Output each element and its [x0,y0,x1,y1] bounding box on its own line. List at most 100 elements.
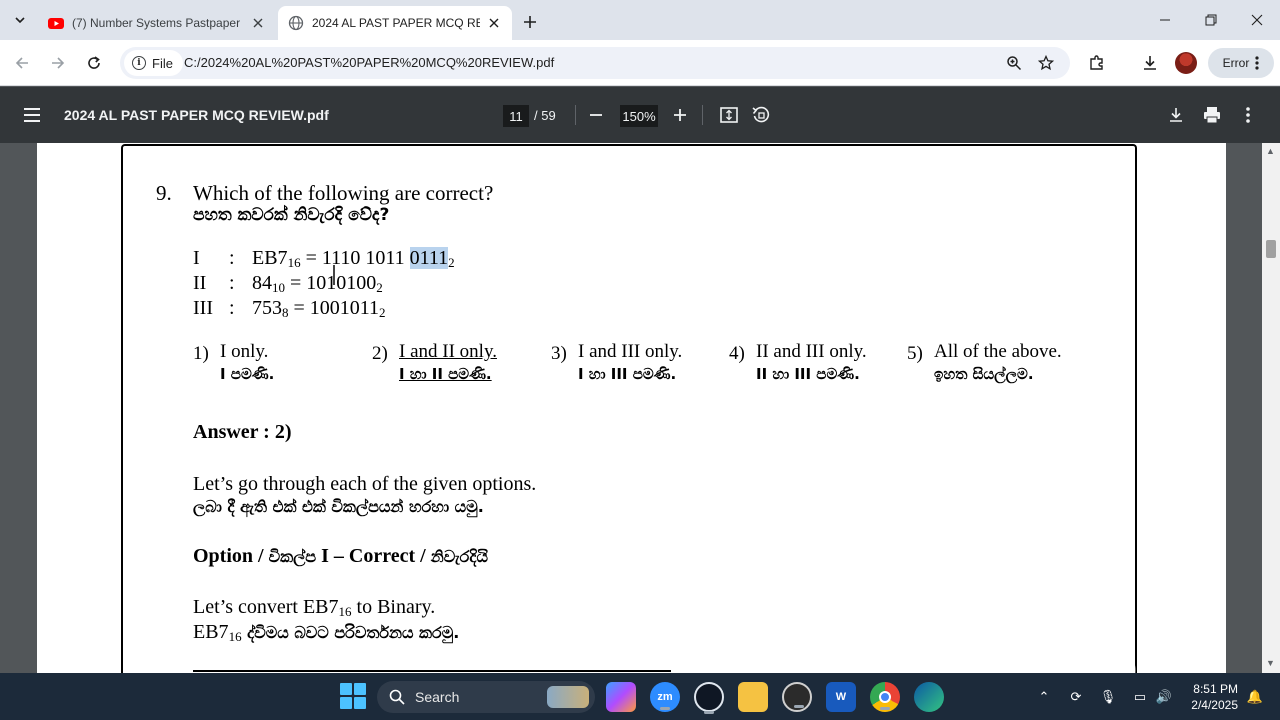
tab-search-button[interactable] [6,6,34,34]
statement-row: II: 8410 = 10101002 [193,272,383,296]
statement-row: III: 7538 = 10010112 [193,297,386,321]
file-explorer-icon[interactable] [738,682,768,712]
obs-icon[interactable] [782,682,812,712]
edge-icon[interactable] [914,682,944,712]
volume-icon[interactable]: 🔊 [1153,686,1175,708]
close-tab-icon[interactable] [250,15,266,31]
rotate-icon [752,106,770,123]
browser-toolbar: i File C:/2024%20AL%20PAST%20PAPER%20MCQ… [0,40,1280,86]
page-number-input[interactable]: 11 [503,105,529,127]
address-bar[interactable]: i File C:/2024%20AL%20PAST%20PAPER%20MCQ… [120,47,1070,79]
download-icon [1170,108,1182,122]
search-icon [389,689,405,705]
notification-icon[interactable]: 🔔 [1244,686,1266,708]
option-text-si: I පමණි. [220,365,275,383]
fit-page-icon [720,107,738,123]
copilot-icon[interactable] [606,682,636,712]
tray-overflow-icon[interactable]: ⌃ [1033,686,1055,708]
chrome-icon[interactable] [870,682,900,712]
zoom-in-button[interactable] [668,103,692,127]
question-text-si: පහත කවරක් නිවැරදි වේද? [193,205,390,225]
pdf-download-button[interactable] [1164,103,1188,127]
minimize-icon [1160,19,1170,21]
word-icon[interactable]: W [826,682,856,712]
print-button[interactable] [1200,103,1224,127]
pdf-more-button[interactable] [1236,103,1260,127]
taskbar-search[interactable]: Search [377,681,595,713]
extensions-button[interactable] [1085,51,1109,75]
globe-icon [288,15,304,31]
statement-colon: : [229,297,235,319]
option-number: 2) [372,343,388,364]
pdf-page[interactable]: 9. Which of the following are correct? ප… [37,143,1226,673]
url-text[interactable]: C:/2024%20AL%20PAST%20PAPER%20MCQ%20REVI… [184,55,554,70]
option-text-en: I and II only. [399,341,497,362]
bookmark-button[interactable] [1036,53,1056,73]
option-number: 1) [193,343,209,364]
zoom-out-button[interactable] [584,103,608,127]
camera-icon[interactable] [694,682,724,714]
sync-icon[interactable]: ⟳ [1065,686,1087,708]
zoom-in-icon [1007,56,1022,71]
tab-inactive[interactable]: (7) Number Systems Pastpaper [38,6,276,40]
statement-lhs: EB7 [252,247,288,269]
profile-avatar[interactable] [1175,52,1197,74]
windows-taskbar: Search zm W ⌃ ⟳ 🎙 ▭ 🔊 8:51 PM 2/4/2025 🔔 [0,673,1280,720]
option-number: 4) [729,343,745,364]
toolbar-divider [702,105,703,125]
fit-to-page-button[interactable] [717,103,741,127]
statement-eq: = 1110 1011 [300,247,410,269]
network-icon[interactable]: ▭ [1129,686,1151,708]
hamburger-menu-icon[interactable] [20,103,44,127]
scrollbar-thumb[interactable] [1266,240,1276,258]
convert-prefix: EB7 [193,621,229,643]
convert-text-si: EB716 ද්විමය බවට පරිවර්තනය කරමු. [193,621,459,645]
downloads-button[interactable] [1138,51,1162,75]
star-icon [1038,55,1054,71]
text-cursor [333,265,335,285]
zoom-level-input[interactable]: 150% [620,105,658,127]
youtube-icon [48,18,64,29]
microphone-icon[interactable]: 🎙 [1097,686,1119,708]
convert-suffix: to Binary. [351,596,436,618]
new-tab-button[interactable] [518,10,542,34]
statement-roman: III [193,297,213,319]
maximize-button[interactable] [1194,6,1228,34]
minimize-button[interactable] [1148,6,1182,34]
close-tab-icon[interactable] [486,15,502,31]
zoom-indicator-button[interactable] [1004,53,1024,73]
convert-base: 16 [228,629,242,644]
statement-rhs-base: 2 [379,305,386,320]
statement-roman: I [193,247,200,269]
reload-button[interactable] [80,49,108,77]
tab-active[interactable]: 2024 AL PAST PAPER MCQ REV [278,6,512,40]
scroll-up-arrow-icon[interactable]: ▲ [1266,146,1275,156]
pdf-viewer-area[interactable]: 9. Which of the following are correct? ප… [0,143,1280,673]
profile-error-button[interactable]: Error [1208,48,1274,78]
statement-colon: : [229,247,235,269]
zoom-icon[interactable]: zm [650,682,680,712]
back-button[interactable] [8,49,36,77]
option-text-si: I හා II පමණි. [399,365,492,383]
close-window-button[interactable] [1240,6,1274,34]
kebab-menu-icon [1255,56,1259,70]
intro-text-si: ලබා දී ඇති එක් එක් විකල්පයන් හරහා යමු. [193,497,484,516]
windows-start-icon[interactable] [340,683,366,709]
answer-label: Answer : 2) [193,421,292,443]
site-info-chip[interactable]: i File [124,50,183,76]
forward-button[interactable] [44,49,72,77]
option-heading-part: I – Correct / [316,545,431,567]
intro-text-en: Let’s go through each of the given optio… [193,473,537,495]
question-number: 9. [156,181,172,205]
statement-lhs: 84 [252,272,272,294]
option-heading-part: Option / [193,545,269,567]
scroll-down-arrow-icon[interactable]: ▼ [1266,658,1275,668]
option-text-si: I හා III පමණි. [578,365,677,383]
vertical-scrollbar[interactable]: ▲ ▼ [1262,143,1280,673]
taskbar-clock[interactable]: 8:51 PM 2/4/2025 [1186,681,1238,713]
minus-icon [590,114,602,116]
rotate-button[interactable] [749,103,773,127]
option-text-si: ඉහත සියල්ලම. [934,365,1034,383]
arrow-left-icon [15,57,28,69]
convert-base: 16 [338,604,352,619]
